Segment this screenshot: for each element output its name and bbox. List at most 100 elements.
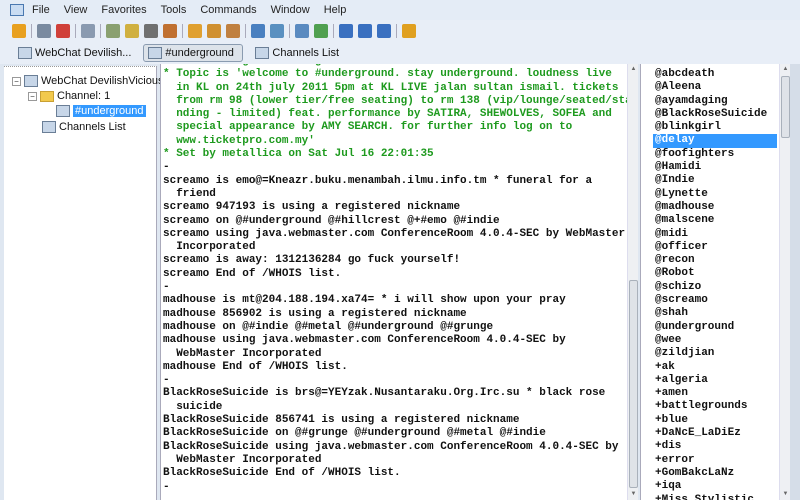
tab-label: WebChat Devilish... (35, 47, 132, 59)
channel-list-icon[interactable] (295, 24, 309, 38)
tab-underground[interactable]: #underground (143, 44, 244, 62)
away-icon[interactable] (226, 24, 240, 38)
nick-list-pane: @abcdeath @Aleena @ayamdaging @BlackRoseSui… (640, 64, 790, 500)
nick-item[interactable]: +amen (653, 387, 777, 400)
favorites-icon[interactable] (56, 24, 70, 38)
scroll-down-icon[interactable]: ▼ (628, 489, 638, 500)
nick-item[interactable]: @schizo (653, 281, 777, 294)
nick-scrollbar[interactable]: ▲ ▼ (779, 64, 790, 500)
collapse-icon[interactable]: − (28, 91, 37, 101)
tile-horizontal-icon[interactable] (339, 24, 353, 38)
channel-window-icon (148, 47, 163, 59)
chat-line: - (163, 480, 170, 493)
chat-line: screamo End of /WHOIS list. (163, 267, 342, 280)
nick-item[interactable]: @Hamidi (653, 161, 777, 174)
scroll-up-icon[interactable]: ▲ (780, 64, 790, 75)
nick-item[interactable]: +error (653, 454, 777, 467)
timer-icon[interactable] (144, 24, 158, 38)
menu-commands[interactable]: Commands (200, 4, 256, 16)
scroll-up-icon[interactable]: ▲ (628, 64, 638, 75)
nick-item[interactable]: @foofighters (653, 148, 777, 161)
toolbar-separator (31, 24, 32, 38)
nick-item[interactable]: @blinkgirl (653, 121, 777, 134)
chat-line: screamo using java.webmaster.com Confere… (163, 227, 626, 254)
nick-item[interactable]: @Indie (653, 174, 777, 187)
nick-item[interactable]: @screamo (653, 294, 777, 307)
chat-scroll-thumb[interactable] (629, 280, 638, 488)
toolbar-separator (100, 24, 101, 38)
nick-item[interactable]: @wee (653, 334, 777, 347)
nick-item[interactable]: +Miss_Stylistic (653, 494, 777, 500)
nick-item[interactable]: +iqa (653, 480, 777, 493)
toolbar-separator (396, 24, 397, 38)
nick-item[interactable]: @Aleena (653, 81, 777, 94)
nick-item[interactable]: +algeria (653, 374, 777, 387)
server-icon[interactable] (37, 24, 51, 38)
cascade-icon[interactable] (377, 24, 391, 38)
nick-item[interactable]: @abcdeath (653, 68, 777, 81)
toolbar (0, 20, 800, 42)
chat-line: madhouse End of /WHOIS list. (163, 360, 348, 373)
nick-item[interactable]: @ayamdaging (653, 95, 777, 108)
menu-window[interactable]: Window (271, 4, 310, 16)
nick-item[interactable]: +DaNcE_LaDiEz (653, 427, 777, 440)
tree-label: WebChat DevilishVicious (41, 75, 164, 87)
collapse-icon[interactable]: − (12, 76, 21, 86)
nick-item[interactable]: @recon (653, 254, 777, 267)
scripts-icon[interactable] (163, 24, 177, 38)
menu-help[interactable]: Help (324, 4, 347, 16)
connect-icon[interactable] (12, 24, 26, 38)
nick-list: @abcdeath @Aleena @ayamdaging @BlackRoseSui… (653, 68, 777, 500)
tree-server-node[interactable]: − WebChat DevilishVicious (12, 75, 163, 87)
tab-channels-list[interactable]: Channels List (251, 44, 343, 62)
toolbar-separator (245, 24, 246, 38)
nick-item[interactable]: @delay (653, 134, 777, 148)
help-icon[interactable] (402, 24, 416, 38)
nick-item[interactable]: +battlegrounds (653, 400, 777, 413)
nick-item[interactable]: +blue (653, 414, 777, 427)
tree-channel-underground[interactable]: #underground (56, 105, 146, 117)
menu-file[interactable]: File (32, 4, 50, 16)
address-book-icon[interactable] (125, 24, 139, 38)
nick-item[interactable]: @malscene (653, 214, 777, 227)
chat-line: BlackRoseSuicide End of /WHOIS list. (163, 467, 401, 480)
tree-channel-group[interactable]: − Channel: 1 (28, 90, 110, 102)
chat-line: * Set by metallica on Sat Jul 16 22:01:3… (163, 148, 434, 161)
tree-channels-list[interactable]: Channels List (42, 121, 126, 133)
channels-list-icon (42, 121, 56, 133)
chat-line: screamo is away: 1312136284 go fuck your… (163, 254, 461, 267)
nick-item[interactable]: +ak (653, 361, 777, 374)
chat-line: - (163, 281, 170, 294)
nick-icon[interactable] (207, 24, 221, 38)
menu-tools[interactable]: Tools (161, 4, 187, 16)
tile-vertical-icon[interactable] (358, 24, 372, 38)
nick-item[interactable]: +dis (653, 440, 777, 453)
chat-line: madhouse 856902 is using a registered ni… (163, 307, 467, 320)
tab-server[interactable]: WebChat Devilish... (14, 44, 135, 62)
join-icon[interactable] (188, 24, 202, 38)
chat-scrollbar[interactable]: ▲ ▼ (627, 64, 638, 500)
options-icon[interactable] (81, 24, 95, 38)
scroll-down-icon[interactable]: ▼ (780, 489, 790, 500)
chat-line: BlackRoseSuicide using java.webmaster.co… (163, 440, 619, 466)
nick-scroll-thumb[interactable] (781, 76, 790, 138)
nick-item[interactable]: @midi (653, 228, 777, 241)
nick-item[interactable]: @BlackRoseSuicide (653, 108, 777, 121)
nick-item[interactable]: @zildjian (653, 347, 777, 360)
chat-line: - (163, 161, 170, 174)
nick-item[interactable]: @madhouse (653, 201, 777, 214)
nick-item[interactable]: @shah (653, 307, 777, 320)
menu-favorites[interactable]: Favorites (101, 4, 146, 16)
nick-item[interactable]: @underground (653, 321, 777, 334)
nick-item[interactable]: @Lynette (653, 188, 777, 201)
tree-label: Channel: 1 (57, 90, 111, 102)
find-icon[interactable] (251, 24, 265, 38)
nick-item[interactable]: @Robot (653, 267, 777, 280)
search-icon[interactable] (270, 24, 284, 38)
nick-item[interactable]: @officer (653, 241, 777, 254)
nick-item[interactable]: +GomBakcLaNz (653, 467, 777, 480)
menu-view[interactable]: View (64, 4, 88, 16)
chat-line: - (163, 374, 170, 387)
notify-icon[interactable] (314, 24, 328, 38)
log-icon[interactable] (106, 24, 120, 38)
